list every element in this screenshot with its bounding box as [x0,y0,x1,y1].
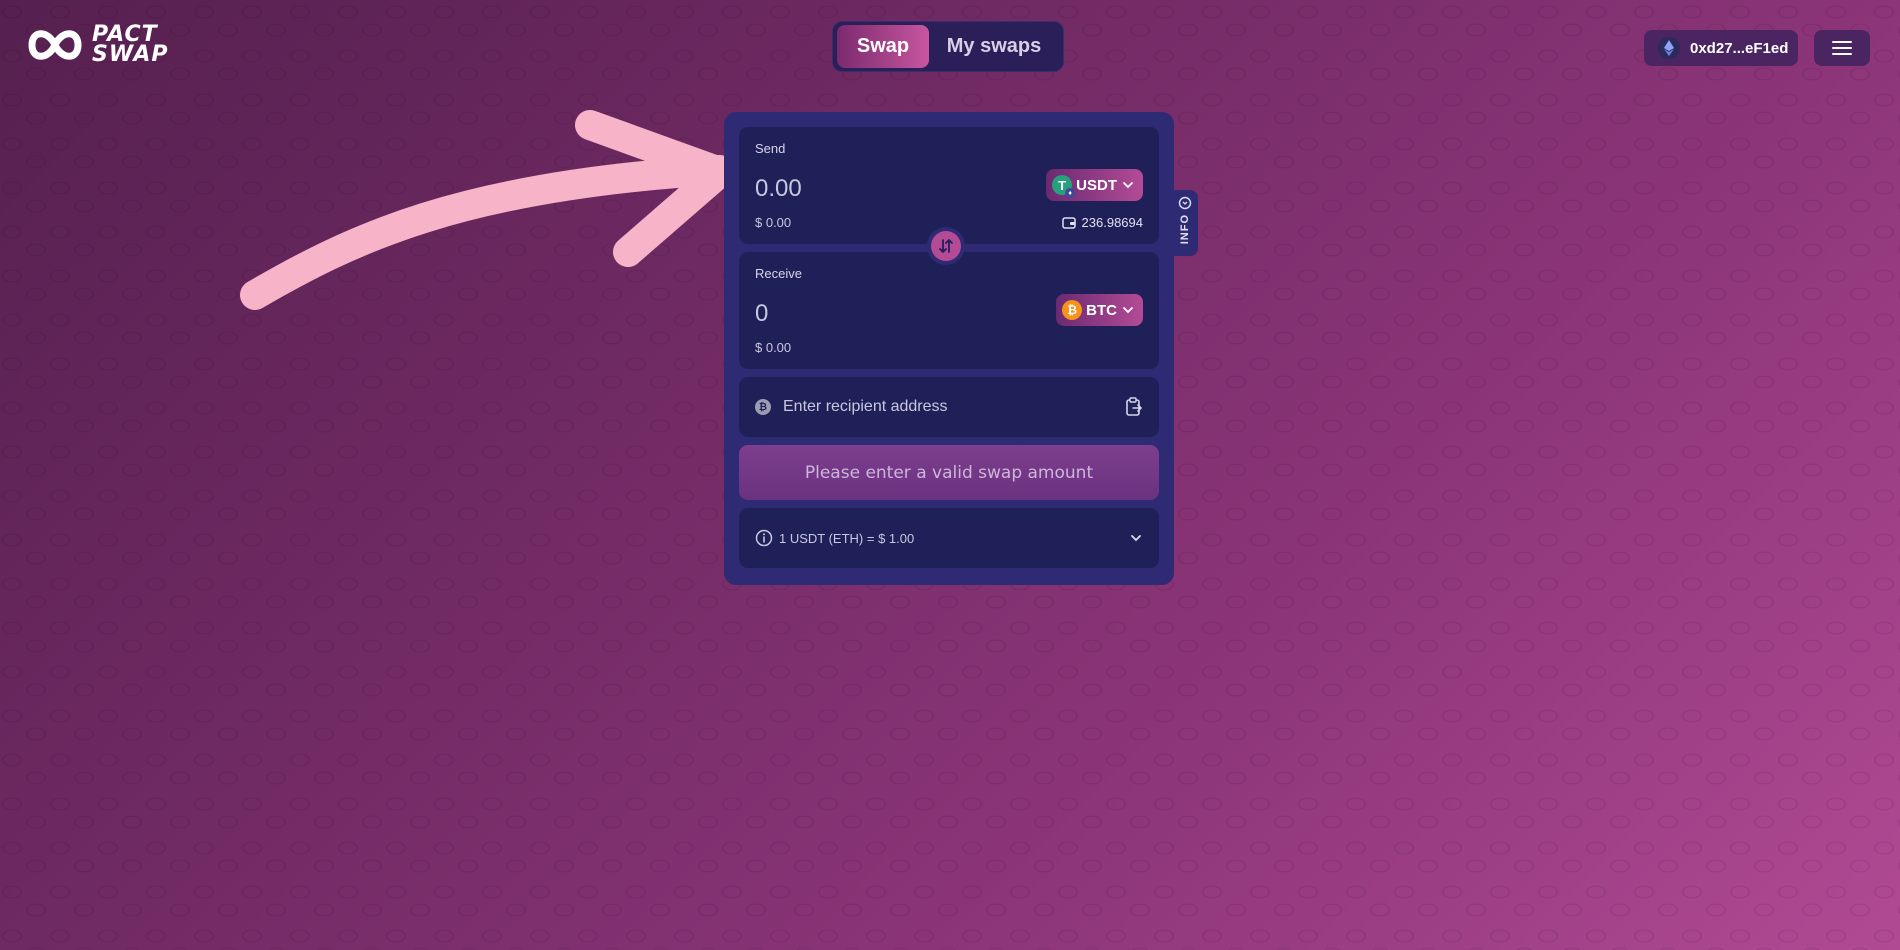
bitcoin-small-icon: ₿ [755,399,771,415]
swap-direction-button-wrap [927,227,965,265]
swap-card: Send 0.00 T ♦ USDT $ 0.00 236.98694 Recei… [724,112,1174,585]
hamburger-menu-icon [1832,41,1852,55]
chevron-down-icon [1123,307,1133,314]
chevron-down-icon [1131,535,1141,542]
send-label: Send [755,141,786,156]
ethereum-icon [1658,37,1680,59]
nav-tabs: Swap My swaps [832,21,1064,72]
exchange-rate-text: 1 USDT (ETH) = $ 1.00 [779,530,915,546]
tab-swap[interactable]: Swap [837,25,929,68]
swap-arrows-icon [939,239,953,253]
send-token-symbol: USDT [1076,176,1117,194]
tether-icon: T ♦ [1052,175,1076,198]
receive-amount: 0 [755,300,769,327]
receive-label: Receive [755,266,802,281]
swap-direction-button[interactable] [931,231,961,261]
menu-button[interactable] [1814,30,1870,66]
logo-mark-icon [28,30,82,60]
tab-my-swaps[interactable]: My swaps [929,25,1059,68]
send-token-selector[interactable]: T ♦ USDT [1046,169,1143,201]
send-balance-value: 236.98694 [1081,215,1143,230]
info-side-tab[interactable]: INFO [1172,190,1198,256]
wallet-icon [1061,216,1076,229]
recipient-address-input[interactable] [781,397,1115,417]
wallet-address: 0xd27...eF1ed [1690,39,1789,57]
send-balance[interactable]: 236.98694 [1061,215,1143,230]
receive-token-selector[interactable]: ₿ BTC [1056,294,1143,326]
receive-panel: Receive 0 ₿ BTC $ 0.00 [739,252,1159,369]
logo-text-line2: SWAP [92,42,169,67]
info-circle-icon [1178,196,1192,210]
paste-clipboard-icon[interactable] [1125,397,1143,417]
receive-usd-value: $ 0.00 [755,340,792,355]
send-usd-value: $ 0.00 [755,215,792,230]
rate-panel[interactable]: 1 USDT (ETH) = $ 1.00 [739,508,1159,568]
info-icon [755,529,773,547]
swap-submit-button[interactable]: Please enter a valid swap amount [739,445,1159,500]
receive-token-symbol: BTC [1086,301,1117,319]
chevron-down-icon [1123,182,1133,189]
logo[interactable]: PACT SWAP [26,22,168,68]
send-amount-input[interactable]: 0.00 [755,175,802,203]
info-tab-label: INFO [1179,214,1191,245]
pointer-arrow-graphic [240,110,735,310]
recipient-address-panel: ₿ [739,377,1159,437]
bitcoin-icon: ₿ [1062,300,1083,320]
wallet-button[interactable]: 0xd27...eF1ed [1644,30,1798,66]
